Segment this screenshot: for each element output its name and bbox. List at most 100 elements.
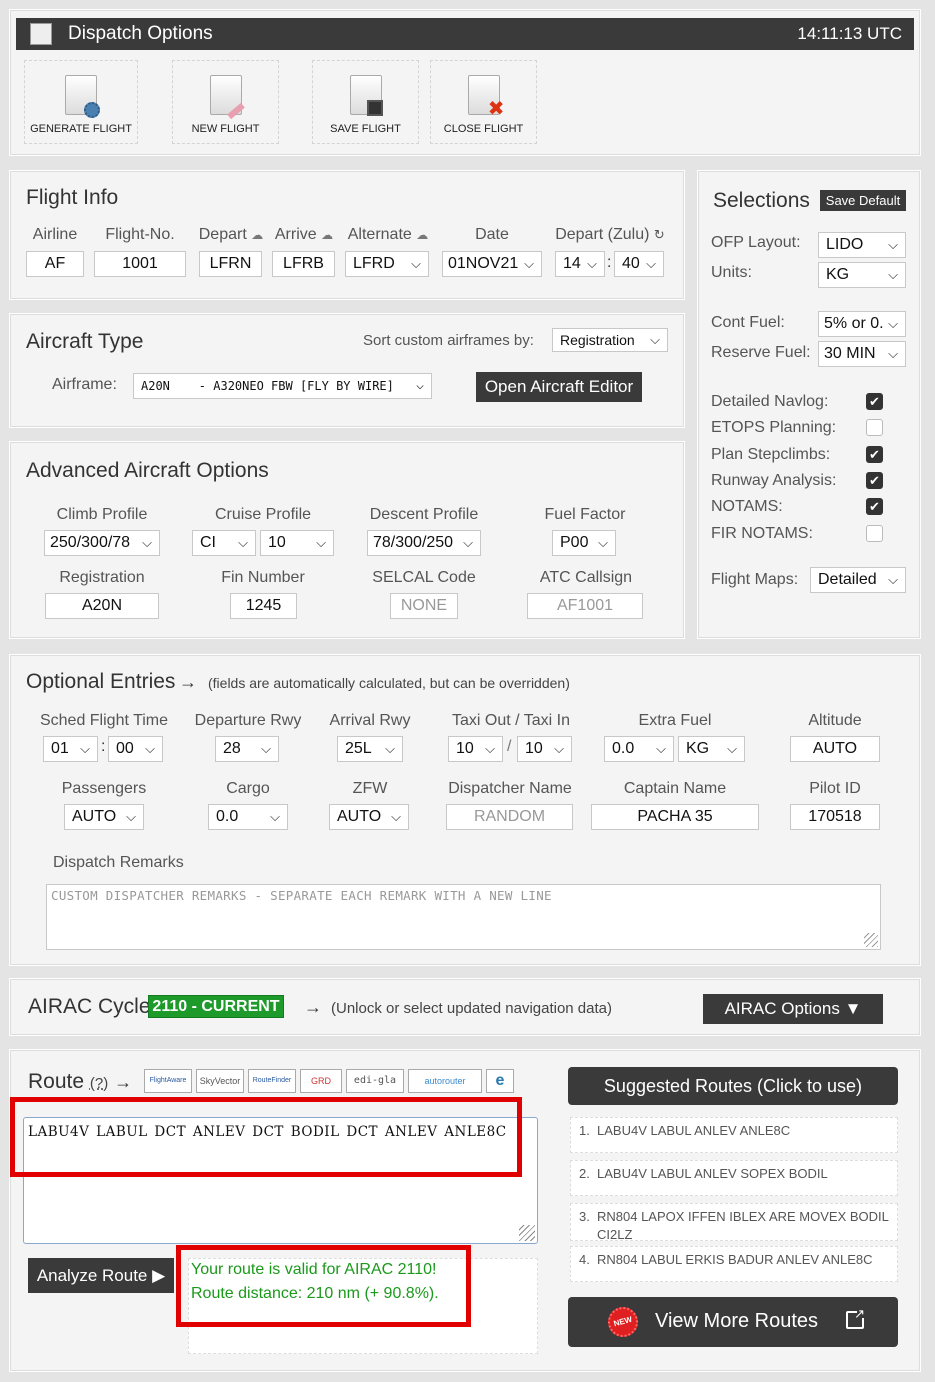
climb-profile-select[interactable]: 250/300/78 ⌵ [44, 530, 160, 556]
captain-name-input[interactable]: PACHA 35 [591, 804, 759, 830]
detailed-navlog-label: Detailed Navlog: [711, 393, 829, 410]
runway-analysis-checkbox[interactable]: ✔ [866, 472, 883, 489]
cont-fuel-select[interactable]: 5% or 0. ⌵ [818, 311, 906, 337]
passengers-select[interactable]: AUTO ⌵ [64, 804, 144, 830]
generate-flight-button[interactable]: GENERATE FLIGHT [24, 60, 138, 144]
resize-handle-icon[interactable] [864, 933, 878, 947]
save-default-button[interactable]: Save Default [820, 190, 906, 211]
analyze-route-button[interactable]: Analyze Route ▶ [28, 1258, 174, 1293]
weather-icon[interactable]: ☁ [321, 228, 333, 242]
extra-fuel-label: Extra Fuel [638, 712, 712, 729]
dispatch-remarks-textarea[interactable]: CUSTOM DISPATCHER REMARKS - SEPARATE EAC… [46, 884, 881, 950]
sched-hours-value: 01 [51, 740, 69, 757]
notams-checkbox[interactable]: ✔ [866, 498, 883, 515]
route-help-link[interactable]: (?) [90, 1075, 108, 1092]
atc-callsign-input[interactable]: AF1001 [527, 593, 643, 619]
fin-number-input[interactable]: 1245 [230, 593, 297, 619]
route-e-logo[interactable]: e [486, 1069, 514, 1093]
plan-stepclimbs-checkbox[interactable]: ✔ [866, 446, 883, 463]
chevron-down-icon: ⌵ [463, 535, 473, 550]
suggested-route-item[interactable]: 3. RN804 LAPOX IFFEN IBLEX ARE MOVEX BODI… [570, 1203, 898, 1242]
arrive-input[interactable]: LFRB [272, 251, 335, 277]
reserve-fuel-value: 30 MIN [824, 345, 876, 362]
sort-airframes-label: Sort custom airframes by: [363, 332, 534, 349]
suggested-route-item[interactable]: 1. LABU4V LABUL ANLEV ANLE8C [570, 1117, 898, 1153]
chevron-down-icon: ⌵ [656, 741, 666, 756]
altitude-input[interactable]: AUTO [790, 736, 880, 762]
selcal-input[interactable]: NONE [390, 593, 458, 619]
taxi-in-select[interactable]: 10 ⌵ [517, 736, 572, 762]
arrive-label-text: Arrive [274, 226, 317, 243]
weather-icon[interactable]: ☁ [251, 228, 263, 242]
close-flight-button[interactable]: ✖ CLOSE FLIGHT [430, 60, 537, 144]
registration-input[interactable]: A20N [45, 593, 159, 619]
route-item-text: RN804 LABUL ERKIS BADUR ANLEV ANLE8C [597, 1252, 873, 1267]
reserve-fuel-select[interactable]: 30 MIN ⌵ [818, 341, 906, 367]
sched-hours-select[interactable]: 01 ⌵ [43, 736, 98, 762]
skyvector-logo[interactable]: SkyVector [196, 1069, 244, 1093]
zfw-select[interactable]: AUTO ⌵ [329, 804, 409, 830]
units-label: Units: [711, 264, 752, 281]
sort-airframes-select[interactable]: Registration ⌵ [552, 328, 668, 352]
suggested-route-item[interactable]: 2. LABU4V LABUL ANLEV SOPEX BODIL [570, 1160, 898, 1196]
departure-rwy-select[interactable]: 28 ⌵ [215, 736, 279, 762]
flight-no-label: Flight-No. [105, 226, 175, 243]
new-flight-button[interactable]: NEW FLIGHT [172, 60, 279, 144]
flight-maps-select[interactable]: Detailed ⌵ [810, 567, 906, 593]
depart-zulu-label-text: Depart (Zulu) [555, 226, 650, 243]
units-select[interactable]: KG ⌵ [818, 262, 906, 288]
notams-label: NOTAMS: [711, 498, 783, 515]
resize-handle-icon[interactable] [519, 1225, 535, 1241]
depart-hour-select[interactable]: 14 ⌵ [555, 251, 605, 277]
view-more-routes-button[interactable]: NEW View More Routes ↗ [568, 1297, 898, 1347]
arrival-rwy-select[interactable]: 25L ⌵ [337, 736, 403, 762]
extra-fuel-select[interactable]: 0.0 ⌵ [604, 736, 674, 762]
descent-profile-select[interactable]: 78/300/250 ⌵ [367, 530, 481, 556]
airline-input[interactable]: AF [26, 251, 84, 277]
runway-analysis-label: Runway Analysis: [711, 472, 837, 489]
sched-minutes-select[interactable]: 00 ⌵ [108, 736, 163, 762]
depart-minute-select[interactable]: 40 ⌵ [614, 251, 664, 277]
fuel-factor-select[interactable]: P00 ⌵ [552, 530, 616, 556]
weather-icon[interactable]: ☁ [416, 228, 428, 242]
descent-profile-value: 78/300/250 [373, 534, 454, 551]
date-select[interactable]: 01NOV21 ⌵ [442, 251, 542, 277]
selections-title: Selections [713, 189, 810, 212]
cargo-select[interactable]: 0.0 ⌵ [208, 804, 288, 830]
edi-gla-logo[interactable]: edi-gla [346, 1069, 404, 1093]
dispatcher-name-input[interactable]: RANDOM [446, 804, 573, 830]
detailed-navlog-checkbox[interactable]: ✔ [866, 393, 883, 410]
refresh-icon[interactable]: ↻ [654, 227, 665, 242]
close-flight-label: CLOSE FLIGHT [443, 123, 524, 135]
suggested-routes-header: Suggested Routes (Click to use) [568, 1067, 898, 1105]
external-link-icon: ↗ [846, 1307, 867, 1329]
airac-options-button[interactable]: AIRAC Options ▼ [703, 994, 883, 1024]
grd-logo[interactable]: GRD [300, 1069, 342, 1093]
alternate-select[interactable]: LFRD ⌵ [345, 251, 429, 277]
pilot-id-input[interactable]: 170518 [790, 804, 880, 830]
fir-notams-checkbox[interactable] [866, 525, 883, 542]
autorouter-logo[interactable]: autorouter [408, 1069, 482, 1093]
taxi-out-select[interactable]: 10 ⌵ [448, 736, 503, 762]
open-aircraft-editor-button[interactable]: Open Aircraft Editor [476, 372, 642, 402]
date-value: 01NOV21 [448, 255, 519, 272]
flightaware-logo[interactable]: FlightAware [144, 1069, 192, 1093]
ofp-layout-select[interactable]: LIDO ⌵ [818, 232, 906, 258]
chevron-down-icon: ⌵ [142, 535, 152, 550]
taxi-in-value: 10 [525, 740, 543, 757]
airac-current-badge: 2110 - CURRENT [148, 995, 284, 1018]
depart-input[interactable]: LFRN [199, 251, 262, 277]
save-flight-button[interactable]: SAVE FLIGHT [312, 60, 419, 144]
fin-number-label: Fin Number [221, 569, 305, 586]
chevron-down-icon: ⌵ [888, 267, 898, 282]
airframe-select[interactable]: A20N - A320NEO FBW [FLY BY WIRE] ⌵ [133, 373, 432, 399]
etops-planning-checkbox[interactable] [866, 419, 883, 436]
cruise-value-select[interactable]: 10 ⌵ [260, 530, 334, 556]
routefinder-logo[interactable]: RouteFinder [248, 1069, 296, 1093]
suggested-route-item[interactable]: 4. RN804 LABUL ERKIS BADUR ANLEV ANLE8C [570, 1246, 898, 1282]
cruise-mode-select[interactable]: CI ⌵ [192, 530, 256, 556]
optional-entries-title: Optional Entries [26, 670, 176, 693]
extra-fuel-unit-value: KG [686, 740, 710, 757]
extra-fuel-unit-select[interactable]: KG ⌵ [678, 736, 745, 762]
flight-no-input[interactable]: 1001 [94, 251, 186, 277]
